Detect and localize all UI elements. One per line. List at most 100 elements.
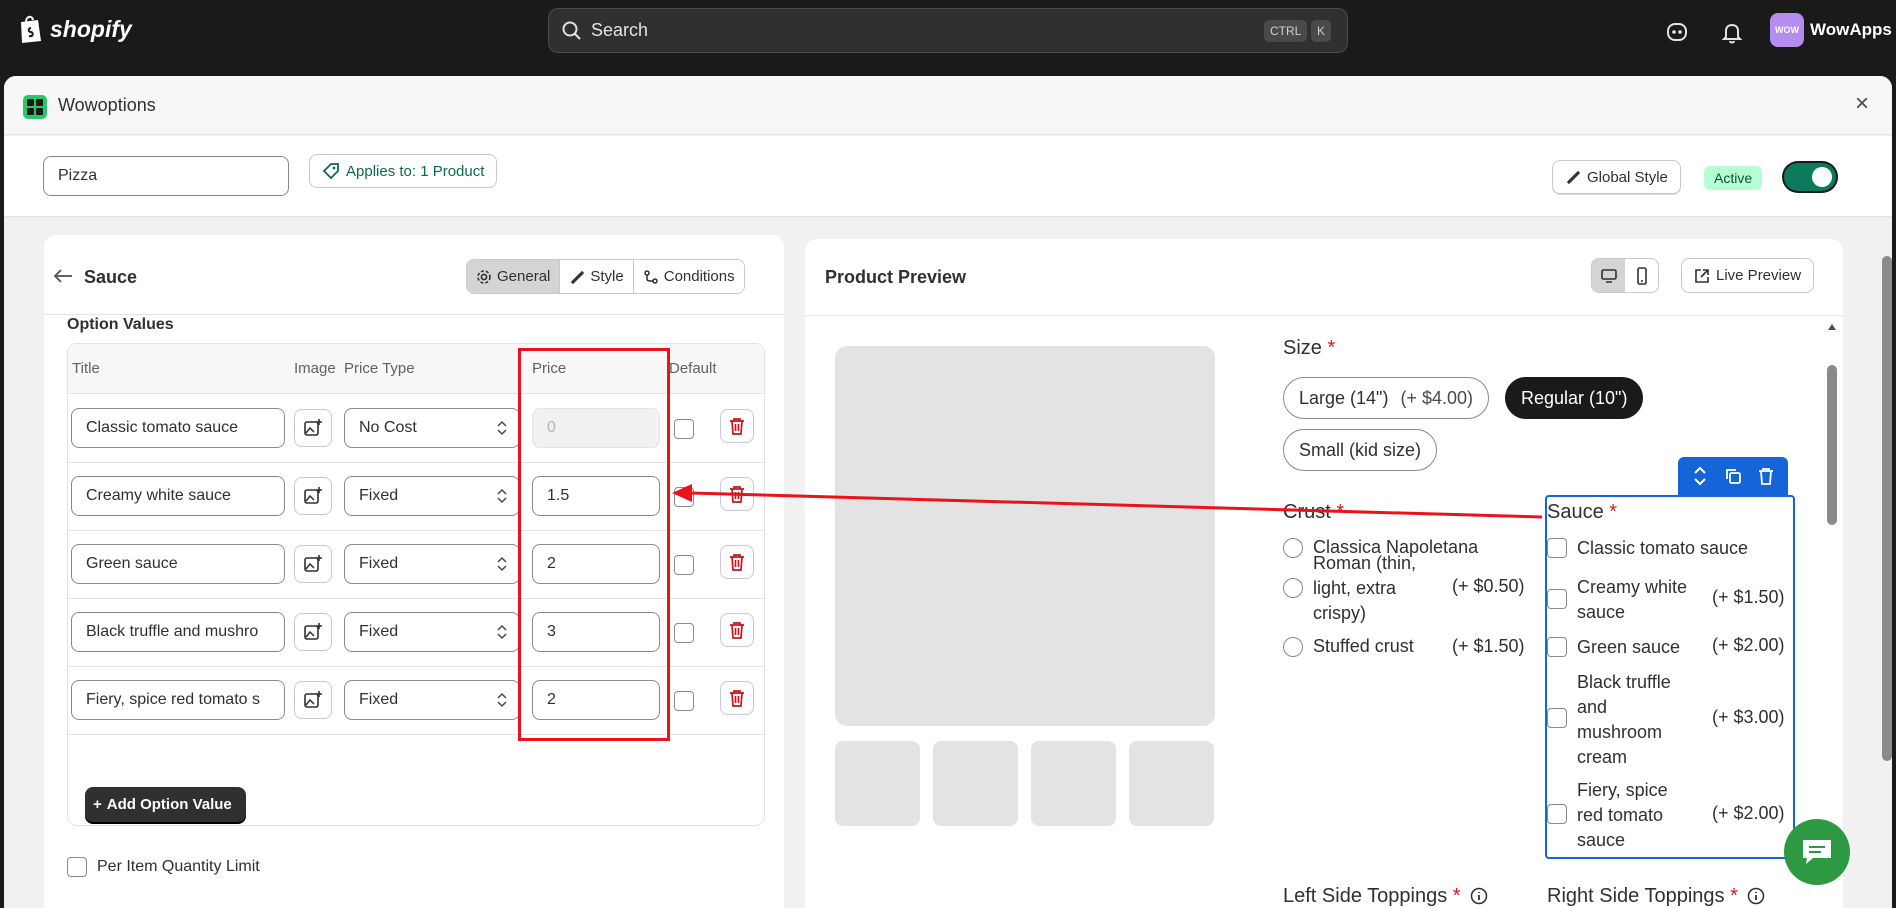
applies-to-button[interactable]: Applies to: 1 Product: [309, 154, 498, 188]
desktop-icon: [1600, 268, 1617, 283]
delete-button[interactable]: [720, 681, 754, 715]
size-option-large[interactable]: Large (14") (+ $4.00): [1283, 377, 1489, 419]
sauce-checkbox[interactable]: [1547, 538, 1567, 558]
default-checkbox[interactable]: [674, 419, 694, 439]
delete-button[interactable]: [720, 409, 754, 443]
preview-header: Product Preview Live Preview: [805, 239, 1843, 316]
size-option-small[interactable]: Small (kid size): [1283, 429, 1438, 471]
brush-icon: [571, 270, 585, 284]
price-type-select[interactable]: Fixed: [344, 680, 520, 720]
right-toppings-label: Right Side Toppings *: [1547, 885, 1765, 908]
brand-name: shopify: [50, 15, 132, 42]
global-search-bar[interactable]: Search CTRL K: [548, 8, 1348, 53]
bell-icon[interactable]: [1718, 18, 1746, 46]
sauce-option[interactable]: Fiery, spice red tomato sauce: [1547, 778, 1701, 853]
delete-button[interactable]: [720, 545, 754, 579]
size-option-regular[interactable]: Regular (10"): [1505, 377, 1644, 419]
size-label-text: Size: [1283, 337, 1322, 359]
product-image-placeholder: [835, 346, 1215, 726]
price-input[interactable]: 1.5: [532, 476, 660, 516]
price-type-select[interactable]: Fixed: [344, 476, 520, 516]
per-item-label: Per Item Quantity Limit: [97, 858, 260, 875]
close-icon[interactable]: ×: [1850, 92, 1874, 116]
duplicate-icon[interactable]: [1722, 465, 1744, 487]
per-item-checkbox[interactable]: [67, 857, 87, 877]
trash-icon[interactable]: [1755, 465, 1777, 487]
label-line: mushroom: [1577, 722, 1663, 742]
image-picker-button[interactable]: [294, 477, 332, 515]
tab-style-label: Style: [590, 268, 624, 285]
default-checkbox[interactable]: [674, 487, 694, 507]
price-type-select[interactable]: No Cost: [344, 408, 520, 448]
default-checkbox[interactable]: [674, 691, 694, 711]
radio-button[interactable]: [1283, 537, 1303, 558]
value-title-input[interactable]: Creamy white sauce: [71, 476, 285, 516]
global-style-button[interactable]: Global Style: [1552, 160, 1681, 194]
price-input[interactable]: 3: [532, 612, 660, 652]
price-type-select[interactable]: Fixed: [344, 612, 520, 652]
back-arrow-icon[interactable]: [52, 267, 74, 285]
image-picker-button[interactable]: [294, 613, 332, 651]
option-values-table: Title Image Price Type Price Default Cla…: [67, 343, 765, 826]
product-thumbnail[interactable]: [933, 741, 1018, 826]
price-type-select[interactable]: Fixed: [344, 544, 520, 584]
tab-conditions[interactable]: Conditions: [633, 260, 744, 293]
delete-button[interactable]: [720, 613, 754, 647]
value-title-input[interactable]: Black truffle and mushro: [71, 612, 285, 652]
sauce-checkbox[interactable]: [1547, 637, 1567, 657]
scroll-up-icon[interactable]: [1827, 323, 1837, 331]
sauce-option[interactable]: Black truffle and mushroom cream: [1547, 670, 1701, 770]
radio-button[interactable]: [1283, 636, 1303, 657]
move-icon[interactable]: [1689, 465, 1711, 487]
sauce-option-label: Creamy white sauce: [1577, 575, 1701, 625]
scroll-thumb[interactable]: [1827, 365, 1837, 525]
price-input: 0: [532, 408, 660, 448]
product-thumbnail[interactable]: [1031, 741, 1116, 826]
crust-option-roman[interactable]: [1283, 578, 1313, 598]
radio-button[interactable]: [1283, 578, 1303, 598]
desktop-view-button[interactable]: [1592, 259, 1625, 292]
page-scrollbar[interactable]: [1882, 256, 1892, 761]
price-input[interactable]: 2: [532, 680, 660, 720]
option-set-name-input[interactable]: [43, 156, 289, 196]
sauce-option-price: (+ $3.00): [1712, 707, 1785, 727]
sauce-option[interactable]: Classic tomato sauce: [1547, 536, 1748, 561]
default-checkbox[interactable]: [674, 623, 694, 643]
live-preview-button[interactable]: Live Preview: [1681, 258, 1815, 293]
brush-icon: [1566, 170, 1581, 185]
per-item-quantity-limit[interactable]: Per Item Quantity Limit: [67, 857, 260, 877]
sauce-checkbox[interactable]: [1547, 708, 1567, 728]
default-checkbox[interactable]: [674, 555, 694, 575]
sauce-checkbox[interactable]: [1547, 804, 1567, 824]
active-toggle[interactable]: [1784, 163, 1836, 191]
value-title-input[interactable]: Green sauce: [71, 544, 285, 584]
product-thumbnail[interactable]: [1129, 741, 1214, 826]
sauce-option[interactable]: Creamy white sauce: [1547, 575, 1701, 625]
price-input[interactable]: 2: [532, 544, 660, 584]
value-title-input[interactable]: Classic tomato sauce: [71, 408, 285, 448]
sauce-checkbox[interactable]: [1547, 589, 1567, 609]
plus-icon: +: [93, 796, 102, 813]
user-menu[interactable]: WOW WowApps: [1770, 13, 1892, 47]
crust-option-stuffed[interactable]: Stuffed crust: [1283, 636, 1414, 657]
info-icon[interactable]: [1470, 887, 1488, 905]
info-icon[interactable]: [1747, 887, 1765, 905]
image-picker-button[interactable]: [294, 681, 332, 719]
sauce-option[interactable]: Green sauce: [1547, 635, 1680, 660]
mobile-view-button[interactable]: [1625, 259, 1658, 292]
image-picker-button[interactable]: [294, 545, 332, 583]
image-picker-button[interactable]: [294, 409, 332, 447]
table-header: Title Image Price Type Price Default: [68, 344, 764, 394]
tab-style[interactable]: Style: [560, 260, 634, 293]
crust-option-price: (+ $0.50): [1452, 576, 1525, 596]
value-title-input[interactable]: Fiery, spice red tomato s: [71, 680, 285, 720]
add-option-value-button[interactable]: + Add Option Value: [85, 787, 246, 822]
sidekick-icon[interactable]: [1663, 18, 1691, 46]
chat-support-button[interactable]: [1784, 819, 1850, 885]
add-option-value-label: Add Option Value: [106, 796, 232, 813]
tab-general[interactable]: General: [467, 260, 561, 293]
shopify-logo[interactable]: shopify: [18, 14, 132, 44]
trash-icon: [730, 418, 744, 435]
delete-button[interactable]: [720, 477, 754, 511]
product-thumbnail[interactable]: [835, 741, 920, 826]
